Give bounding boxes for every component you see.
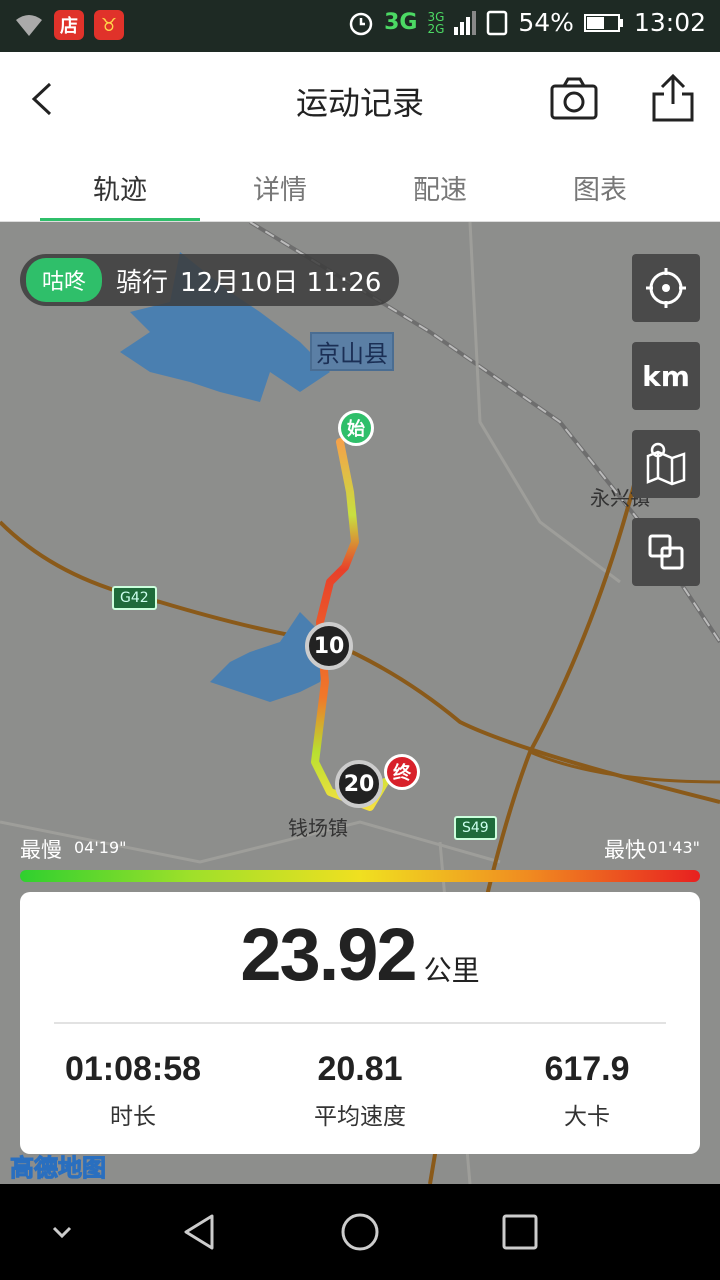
slowest-value: 04'19" (74, 838, 127, 857)
clock: 13:02 (633, 8, 706, 37)
tab-bar: 轨迹 详情 配速 图表 (0, 148, 720, 222)
km-marker-20: 20 (335, 760, 383, 808)
avg-speed-value: 20.81 (317, 1050, 403, 1088)
tab-track[interactable]: 轨迹 (40, 148, 200, 221)
page-title: 运动记录 (295, 84, 424, 122)
layers-button[interactable] (632, 518, 700, 586)
speed-gradient-bar (20, 870, 700, 882)
activity-info-pill: 咕咚 骑行 12月10日 11:26 (20, 254, 400, 306)
card-divider (54, 1022, 666, 1024)
amap-logo: 高德地图 (10, 1154, 107, 1183)
activity-datetime: 12月10日 11:26 (180, 267, 382, 298)
map-type-button[interactable] (632, 430, 700, 498)
stat-calories: 617.9 大卡 (474, 1050, 700, 1131)
road-sign-g42: G42 (112, 586, 157, 610)
route-map[interactable]: 咕咚 骑行 12月10日 11:26 京山县 永兴镇 钱场镇 G42 S49 始… (0, 222, 720, 1184)
battery-icon (583, 13, 623, 32)
county-label: 京山县 (310, 332, 394, 371)
crosshair-icon (646, 268, 686, 308)
fastest-label: 最快 (604, 838, 646, 862)
slowest-label: 最慢 (20, 838, 62, 862)
status-left: 店 ♉ (14, 10, 124, 40)
stats-card: 23.92 公里 01:08:58 时长 20.81 平均速度 617.9 大卡 (20, 892, 700, 1154)
route-start-marker: 始 (338, 410, 374, 446)
system-nav-bar (0, 1184, 720, 1280)
distance-display: 23.92 公里 (20, 912, 700, 997)
calories-label: 大卡 (564, 1104, 610, 1130)
network-sub: 3G 2G (427, 11, 444, 35)
wifi-icon (16, 15, 42, 36)
network-sub-bottom: 2G (427, 21, 445, 36)
fastest-value: 01'43" (647, 838, 700, 857)
app-tag: 咕咚 (26, 258, 103, 302)
km-marker-10: 10 (305, 622, 353, 670)
calories-value: 617.9 (544, 1050, 630, 1088)
stat-avg-speed: 20.81 平均速度 (247, 1050, 473, 1131)
shop-app-icon: 店 (54, 10, 84, 40)
bull-app-icon: ♉ (94, 10, 124, 40)
back-triangle-icon[interactable] (178, 1210, 222, 1254)
app-header: 运动记录 (0, 52, 720, 148)
map-icon (646, 442, 686, 486)
home-circle-icon[interactable] (338, 1210, 382, 1254)
recents-square-icon[interactable] (498, 1210, 542, 1254)
route-end-marker: 终 (384, 754, 420, 790)
tab-details[interactable]: 详情 (200, 148, 360, 221)
share-icon[interactable] (648, 72, 698, 124)
duration-value: 01:08:58 (64, 1050, 202, 1088)
network-type: 3G (384, 10, 418, 35)
unit-toggle-button[interactable]: km (632, 342, 700, 410)
tab-pace[interactable]: 配速 (360, 148, 520, 221)
distance-value: 23.92 (240, 913, 417, 996)
stat-duration: 01:08:58 时长 (20, 1050, 246, 1131)
layers-icon (648, 534, 684, 570)
network-sub-top: 3G (427, 9, 445, 24)
battery-percent: 54% (518, 8, 574, 37)
signal-icon (454, 10, 477, 35)
avg-speed-label: 平均速度 (314, 1104, 406, 1130)
tab-charts[interactable]: 图表 (520, 148, 680, 221)
duration-label: 时长 (110, 1104, 156, 1130)
locate-button[interactable] (632, 254, 700, 322)
alarm-icon (349, 12, 373, 35)
sport-type: 骑行 (116, 267, 169, 298)
sim-icon (487, 10, 508, 35)
distance-unit: 公里 (423, 954, 480, 987)
camera-icon[interactable] (548, 74, 600, 126)
status-right: 3G 3G 2G 54% 13:02 (348, 8, 706, 37)
status-bar: 店 ♉ 3G 3G 2G 54% 13:02 (0, 0, 720, 52)
collapse-icon[interactable] (40, 1210, 84, 1254)
speed-scale-labels: 最慢 04'19" 最快 01'43" (20, 834, 700, 862)
